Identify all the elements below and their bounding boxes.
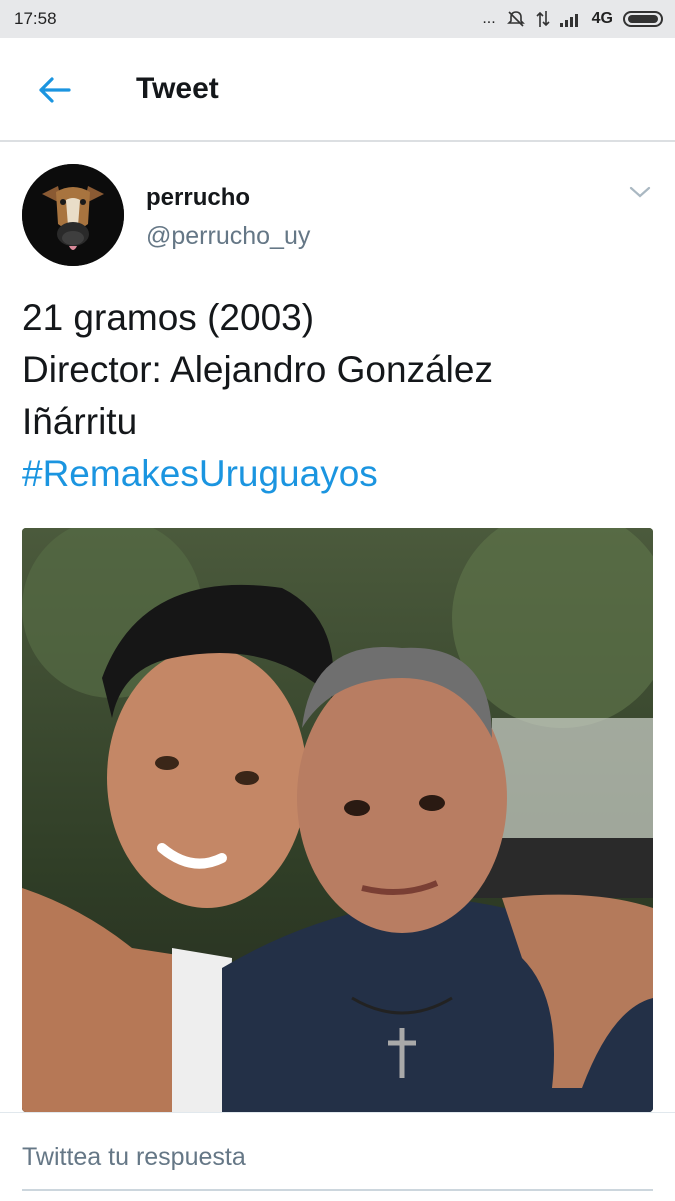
chevron-down-icon[interactable] xyxy=(628,182,652,202)
avatar[interactable] xyxy=(22,164,124,266)
network-type: 4G xyxy=(591,10,613,27)
reply-bar: Twittea tu respuesta xyxy=(0,1112,675,1201)
status-dots: ... xyxy=(482,10,496,27)
mute-icon xyxy=(506,11,525,27)
two-men-photo xyxy=(22,528,653,1112)
display-name[interactable]: perrucho xyxy=(146,184,250,212)
data-arrows-icon xyxy=(536,11,550,27)
page-title: Tweet xyxy=(136,72,219,105)
status-icons: ... 4G xyxy=(482,9,663,29)
hashtag-link[interactable]: #RemakesUruguayos xyxy=(22,448,652,500)
tweet-text: 21 gramos (2003) Director: Alejandro Gon… xyxy=(22,292,652,500)
status-time: 17:58 xyxy=(14,9,57,28)
back-arrow-icon xyxy=(39,77,71,103)
app-bar: Tweet xyxy=(0,38,675,142)
tweet-text-line: Director: Alejandro González xyxy=(22,349,493,390)
reply-underline xyxy=(22,1189,653,1191)
battery-icon xyxy=(623,11,663,27)
reply-input[interactable]: Twittea tu respuesta xyxy=(22,1143,246,1172)
tweet-text-line: Iñárritu xyxy=(22,401,138,442)
back-button[interactable] xyxy=(30,66,78,114)
tweet-photo[interactable] xyxy=(22,528,653,1112)
tweet-header: perrucho @perrucho_uy xyxy=(22,164,652,268)
status-bar: 17:58 ... 4G xyxy=(0,0,675,38)
user-handle[interactable]: @perrucho_uy xyxy=(146,222,310,251)
tweet-text-line: 21 gramos (2003) xyxy=(22,297,315,338)
signal-icon xyxy=(559,14,578,27)
dog-avatar-image xyxy=(22,164,124,266)
